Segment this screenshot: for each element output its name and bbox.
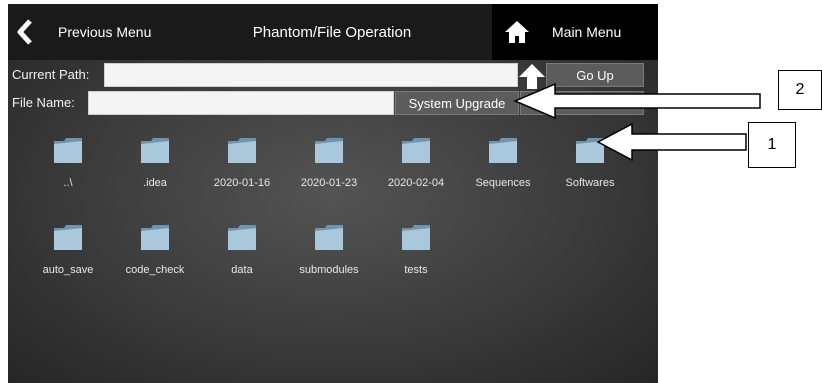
annotation-arrows [513, 82, 761, 162]
callout-one-label: 1 [767, 136, 777, 153]
callout-one: 1 [748, 122, 796, 168]
callout-two: 2 [778, 70, 822, 110]
arrow-one-shape [596, 122, 747, 162]
arrow-two-shape [513, 82, 761, 120]
callout-two-label: 2 [795, 81, 805, 98]
